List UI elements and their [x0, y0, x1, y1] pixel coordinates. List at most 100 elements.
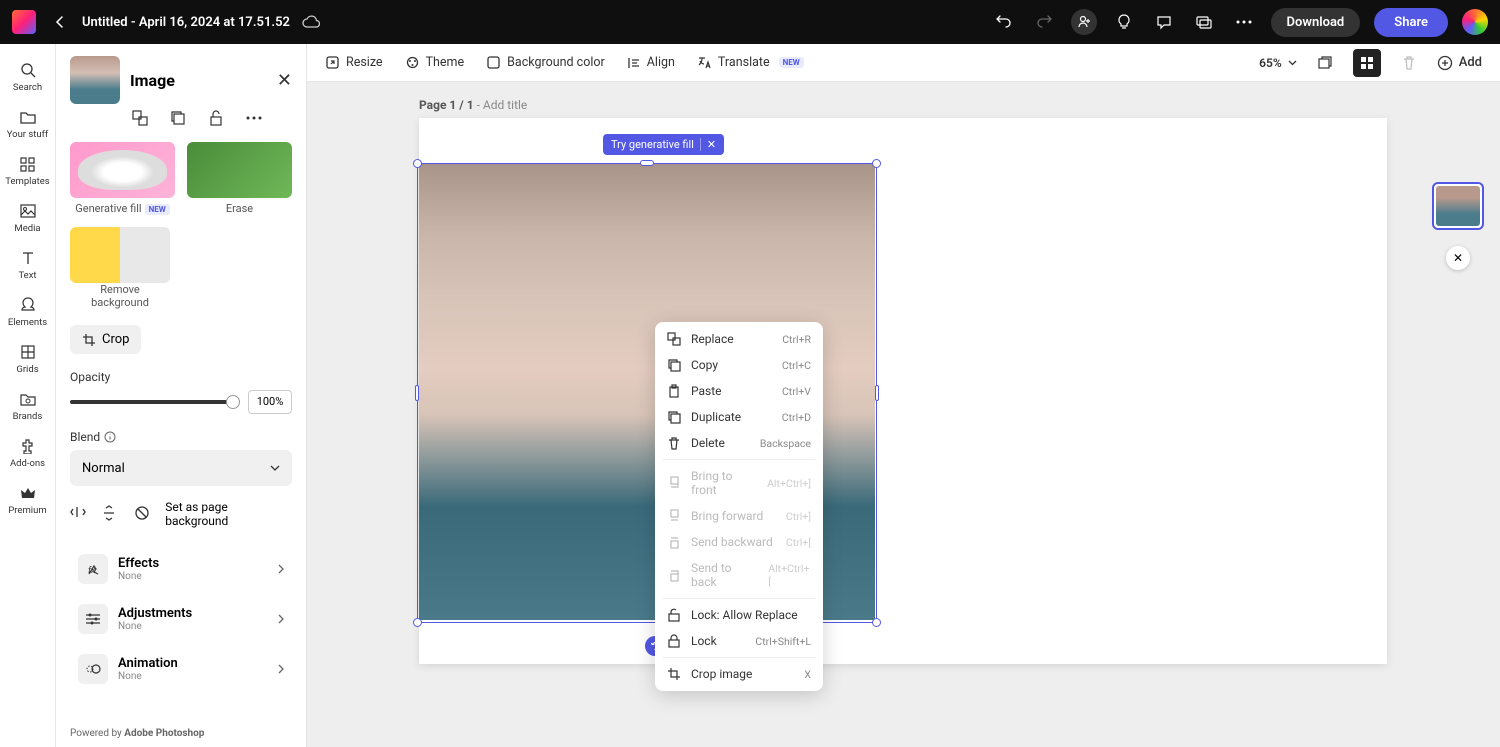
- close-thumbs-button[interactable]: ✕: [1446, 246, 1470, 270]
- slider-handle[interactable]: [226, 395, 240, 409]
- grid-view-icon[interactable]: [1353, 49, 1381, 77]
- text-icon: [18, 248, 38, 268]
- unlock-icon[interactable]: [206, 108, 226, 128]
- image-panel: Image ✕ Generative fillNEW Erase Remove …: [56, 44, 307, 747]
- new-badge: NEW: [145, 204, 170, 215]
- info-icon[interactable]: [104, 431, 116, 443]
- copy-icon[interactable]: [168, 108, 188, 128]
- folder-icon: [18, 107, 38, 127]
- crop-label: Crop: [102, 332, 129, 347]
- generative-fill-button[interactable]: Generative fillNEW: [70, 142, 175, 215]
- rail-brands[interactable]: Brands: [2, 383, 54, 428]
- rail-search[interactable]: Search: [2, 54, 54, 99]
- cloud-sync-icon[interactable]: [302, 15, 320, 29]
- opacity-slider[interactable]: [70, 400, 238, 404]
- pages-icon[interactable]: [1311, 49, 1339, 77]
- remove-bg-button[interactable]: Remove background: [70, 227, 170, 309]
- chevron-right-icon: [278, 564, 284, 574]
- rail-grids[interactable]: Grids: [2, 336, 54, 381]
- back-button[interactable]: [48, 10, 72, 34]
- rail-label: Search: [13, 82, 42, 93]
- flip-h-icon[interactable]: [70, 505, 88, 523]
- chevron-right-icon: [278, 664, 284, 674]
- undo-button[interactable]: [991, 9, 1017, 35]
- rail-label: Add-ons: [10, 458, 45, 469]
- invite-button[interactable]: [1071, 9, 1097, 35]
- ctx-paste[interactable]: PasteCtrl+V: [655, 378, 823, 404]
- translate-button[interactable]: TranslateNEW: [697, 55, 804, 70]
- grids-icon: [18, 342, 38, 362]
- rail-addons[interactable]: Add-ons: [2, 430, 54, 475]
- bg-color-button[interactable]: Background color: [486, 55, 605, 70]
- ctx-copy[interactable]: CopyCtrl+C: [655, 352, 823, 378]
- top-bar: Untitled - April 16, 2024 at 17.51.52 Do…: [0, 0, 1500, 44]
- powered-by: Powered by Adobe Photoshop: [70, 728, 204, 739]
- document-title[interactable]: Untitled - April 16, 2024 at 17.51.52: [82, 15, 290, 30]
- svg-text:fx: fx: [88, 566, 96, 576]
- ctx-lock[interactable]: LockCtrl+Shift+L: [655, 628, 823, 654]
- erase-label: Erase: [187, 202, 292, 215]
- present-icon[interactable]: [1191, 9, 1217, 35]
- resize-button[interactable]: Resize: [325, 55, 383, 70]
- gen-fill-thumb: [70, 142, 175, 198]
- set-page-bg-button[interactable]: Set as page background: [165, 500, 292, 528]
- brands-icon: [18, 389, 38, 409]
- ctx-replace[interactable]: ReplaceCtrl+R: [655, 326, 823, 352]
- ctx-duplicate[interactable]: DuplicateCtrl+D: [655, 404, 823, 430]
- theme-button[interactable]: Theme: [405, 55, 465, 70]
- blend-select[interactable]: Normal: [70, 450, 292, 486]
- ctx-crop[interactable]: Crop imageX: [655, 661, 823, 687]
- replace-icon[interactable]: [130, 108, 150, 128]
- chevron-right-icon: [278, 614, 284, 624]
- try-gen-fill-pill[interactable]: Try generative fill✕: [603, 134, 724, 155]
- user-avatar[interactable]: [1462, 9, 1488, 35]
- align-button[interactable]: Align: [627, 55, 675, 70]
- no-icon[interactable]: [134, 505, 152, 523]
- lightbulb-icon[interactable]: [1111, 9, 1137, 35]
- more-icon[interactable]: [1231, 9, 1257, 35]
- app-logo[interactable]: [12, 10, 36, 34]
- effects-icon: fx: [78, 554, 108, 584]
- rail-label: Grids: [16, 364, 38, 375]
- rail-your-stuff[interactable]: Your stuff: [2, 101, 54, 146]
- ctx-delete[interactable]: DeleteBackspace: [655, 430, 823, 456]
- document-toolbar: Resize Theme Background color Align Tran…: [307, 44, 1500, 82]
- redo-button[interactable]: [1031, 9, 1057, 35]
- opacity-value[interactable]: 100%: [248, 390, 292, 414]
- more-icon[interactable]: [244, 108, 264, 128]
- adjustments-accordion[interactable]: AdjustmentsNone: [70, 594, 292, 644]
- comment-icon[interactable]: [1151, 9, 1177, 35]
- crop-button[interactable]: Crop: [70, 325, 141, 354]
- share-button[interactable]: Share: [1374, 8, 1448, 37]
- rail-elements[interactable]: Elements: [2, 289, 54, 334]
- page-thumbnail[interactable]: [1432, 182, 1484, 230]
- zoom-dropdown[interactable]: 65%: [1259, 56, 1297, 70]
- rail-label: Templates: [5, 176, 49, 187]
- ctx-lock-open[interactable]: Lock: Allow Replace: [655, 602, 823, 628]
- effects-accordion[interactable]: fx EffectsNone: [70, 544, 292, 594]
- rail-text[interactable]: Text: [2, 242, 54, 287]
- close-panel-button[interactable]: ✕: [277, 70, 292, 91]
- rail-media[interactable]: Media: [2, 195, 54, 240]
- opacity-label: Opacity: [70, 370, 292, 384]
- selected-thumb: [70, 56, 120, 104]
- addons-icon: [18, 436, 38, 456]
- animation-accordion[interactable]: AnimationNone: [70, 644, 292, 694]
- page-info[interactable]: Page 1 / 1 - Add title: [419, 98, 527, 112]
- context-menu: ReplaceCtrl+RCopyCtrl+CPasteCtrl+VDuplic…: [655, 322, 823, 691]
- adjustments-icon: [78, 604, 108, 634]
- download-button[interactable]: Download: [1271, 8, 1361, 37]
- add-page-button[interactable]: Add: [1437, 55, 1482, 71]
- close-pill-icon[interactable]: ✕: [700, 138, 716, 151]
- rail-premium[interactable]: Premium: [2, 477, 54, 522]
- panel-title: Image: [130, 71, 277, 90]
- canvas-area[interactable]: Page 1 / 1 - Add title Try generative fi…: [307, 82, 1500, 747]
- rail-templates[interactable]: Templates: [2, 148, 54, 193]
- erase-button[interactable]: Erase: [187, 142, 292, 215]
- rail-label: Premium: [8, 505, 46, 516]
- flip-v-icon[interactable]: [102, 505, 120, 523]
- page-canvas[interactable]: [419, 118, 1387, 664]
- rail-label: Elements: [8, 317, 47, 328]
- animation-sub: None: [118, 671, 268, 682]
- delete-page-icon[interactable]: [1395, 49, 1423, 77]
